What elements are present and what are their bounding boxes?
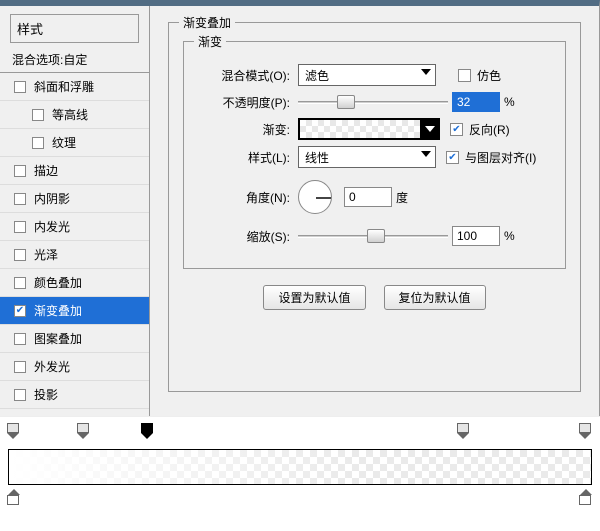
style-select[interactable]: 线性	[298, 146, 436, 168]
gradient-overlay-panel: 渐变叠加 渐变 混合模式(O): 滤色 仿色 不透明度(P):	[150, 6, 599, 416]
sidebar-item-label: 纹理	[52, 134, 76, 151]
sidebar-item[interactable]: 描边	[0, 157, 149, 185]
blend-mode-select[interactable]: 滤色	[298, 64, 436, 86]
color-stops-row[interactable]	[8, 489, 592, 511]
layer-style-dialog: 样式 混合选项:自定 斜面和浮雕等高线纹理描边内阴影内发光光泽颜色叠加渐变叠加图…	[0, 0, 600, 416]
label-reverse: 反向(R)	[469, 121, 510, 138]
scale-slider[interactable]	[298, 227, 448, 245]
style-checkbox[interactable]	[32, 137, 44, 149]
sidebar-item-label: 等高线	[52, 106, 88, 123]
make-default-button[interactable]: 设置为默认值	[263, 285, 365, 310]
row-opacity: 不透明度(P): 32 %	[198, 92, 551, 112]
sidebar-item-label: 内阴影	[34, 190, 70, 207]
sidebar-item-label: 渐变叠加	[34, 302, 82, 319]
styles-panel: 样式 混合选项:自定 斜面和浮雕等高线纹理描边内阴影内发光光泽颜色叠加渐变叠加图…	[0, 6, 150, 416]
gradient-preview[interactable]	[299, 119, 421, 139]
style-checkbox[interactable]	[14, 165, 26, 177]
row-gradient: 渐变: 反向(R)	[198, 118, 551, 140]
style-checkbox[interactable]	[14, 305, 26, 317]
sidebar-item[interactable]: 纹理	[0, 129, 149, 157]
gradient-overlay-group: 渐变叠加 渐变 混合模式(O): 滤色 仿色 不透明度(P):	[168, 22, 581, 392]
opacity-stop[interactable]	[579, 423, 593, 439]
sidebar-item[interactable]: 图案叠加	[0, 325, 149, 353]
sidebar-item-label: 图案叠加	[34, 330, 82, 347]
reverse-checkbox[interactable]	[450, 123, 463, 136]
sidebar-item[interactable]: 渐变叠加	[0, 297, 149, 325]
sidebar-item[interactable]: 斜面和浮雕	[0, 73, 149, 101]
dropdown-arrow-icon	[421, 69, 431, 75]
opacity-slider[interactable]	[298, 93, 448, 111]
style-checkbox[interactable]	[14, 193, 26, 205]
gradient-picker[interactable]	[298, 118, 440, 140]
row-style: 样式(L): 线性 与图层对齐(I)	[198, 146, 551, 168]
blend-mode-value: 滤色	[305, 67, 329, 84]
sidebar-item-label: 光泽	[34, 246, 58, 263]
reset-default-button[interactable]: 复位为默认值	[384, 285, 486, 310]
opacity-stop[interactable]	[457, 423, 471, 439]
style-checkbox[interactable]	[14, 333, 26, 345]
sidebar-item[interactable]: 外发光	[0, 353, 149, 381]
style-checkbox[interactable]	[14, 361, 26, 373]
style-checkbox[interactable]	[14, 277, 26, 289]
sidebar-item[interactable]: 内发光	[0, 213, 149, 241]
dropdown-arrow-icon	[425, 126, 435, 132]
sidebar-item[interactable]: 颜色叠加	[0, 269, 149, 297]
opacity-stops-row[interactable]	[8, 423, 592, 445]
label-dither: 仿色	[477, 67, 501, 84]
sidebar-item-label: 斜面和浮雕	[34, 78, 94, 95]
opacity-stop[interactable]	[141, 423, 155, 439]
style-checkbox[interactable]	[32, 109, 44, 121]
style-value: 线性	[305, 149, 329, 166]
styles-title: 样式	[10, 14, 139, 43]
unit-pct1: %	[504, 95, 515, 109]
sidebar-item-label: 投影	[34, 386, 58, 403]
style-checkbox[interactable]	[14, 221, 26, 233]
gradient-dropdown-button[interactable]	[421, 119, 439, 139]
style-checkbox[interactable]	[14, 389, 26, 401]
sidebar-item-label: 内发光	[34, 218, 70, 235]
style-list: 斜面和浮雕等高线纹理描边内阴影内发光光泽颜色叠加渐变叠加图案叠加外发光投影	[0, 73, 149, 409]
angle-dial[interactable]	[298, 180, 332, 214]
dither-checkbox[interactable]	[458, 69, 471, 82]
sidebar-item-label: 描边	[34, 162, 58, 179]
group-title-inner: 渐变	[194, 33, 226, 50]
sidebar-item[interactable]: 内阴影	[0, 185, 149, 213]
sidebar-item[interactable]: 光泽	[0, 241, 149, 269]
sidebar-item[interactable]: 投影	[0, 381, 149, 409]
label-angle: 角度(N):	[198, 189, 290, 206]
dropdown-arrow-icon	[421, 151, 431, 157]
sidebar-item-label: 外发光	[34, 358, 70, 375]
unit-deg: 度	[396, 189, 408, 206]
sidebar-item[interactable]: 等高线	[0, 101, 149, 129]
label-style: 样式(L):	[198, 149, 290, 166]
row-angle: 角度(N): 0 度	[198, 180, 551, 214]
opacity-value[interactable]: 32	[452, 92, 500, 112]
color-stop[interactable]	[7, 489, 21, 507]
unit-pct2: %	[504, 229, 515, 243]
gradient-bar[interactable]	[8, 449, 592, 485]
row-scale: 缩放(S): 100 %	[198, 226, 551, 246]
row-blend-mode: 混合模式(O): 滤色 仿色	[198, 64, 551, 86]
gradient-inner-group: 渐变 混合模式(O): 滤色 仿色 不透明度(P):	[183, 41, 566, 269]
sidebar-item-label: 颜色叠加	[34, 274, 82, 291]
label-blend-mode: 混合模式(O):	[198, 67, 290, 84]
default-buttons: 设置为默认值 复位为默认值	[183, 285, 566, 310]
color-stop[interactable]	[579, 489, 593, 507]
blend-options-row[interactable]: 混合选项:自定	[0, 47, 149, 73]
gradient-editor	[0, 416, 600, 531]
opacity-stop[interactable]	[77, 423, 91, 439]
label-gradient: 渐变:	[198, 121, 290, 138]
label-opacity: 不透明度(P):	[198, 94, 290, 111]
label-align: 与图层对齐(I)	[465, 149, 536, 166]
group-title-outer: 渐变叠加	[179, 14, 235, 31]
angle-value[interactable]: 0	[344, 187, 392, 207]
style-checkbox[interactable]	[14, 249, 26, 261]
align-checkbox[interactable]	[446, 151, 459, 164]
opacity-stop[interactable]	[7, 423, 21, 439]
label-scale: 缩放(S):	[198, 228, 290, 245]
style-checkbox[interactable]	[14, 81, 26, 93]
scale-value[interactable]: 100	[452, 226, 500, 246]
